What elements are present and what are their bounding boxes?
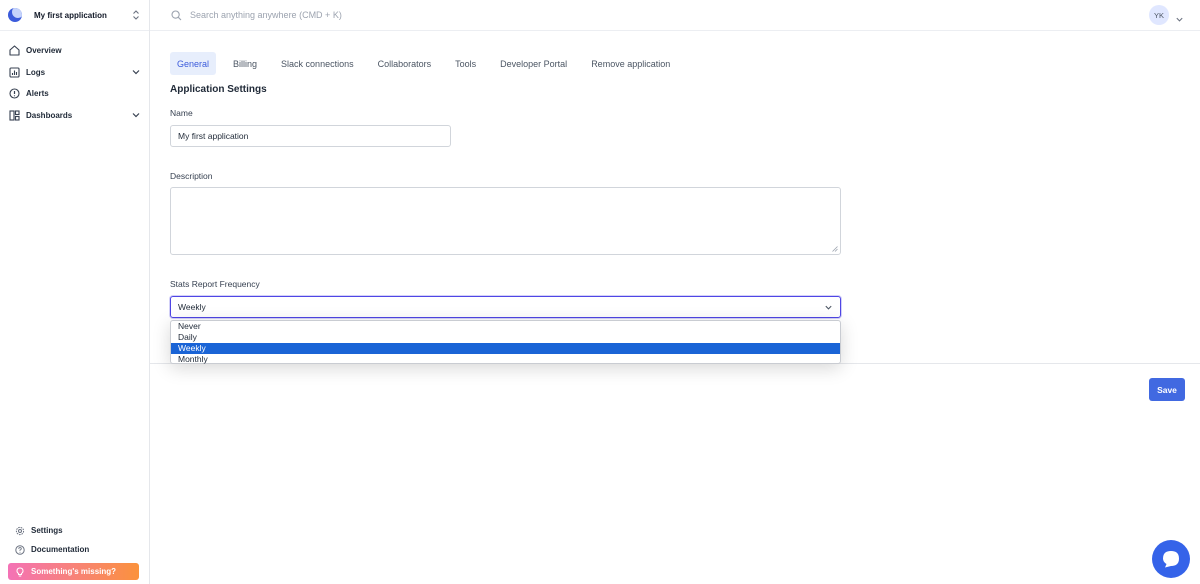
frequency-label: Stats Report Frequency — [170, 279, 260, 289]
chat-bubble-icon — [1163, 551, 1179, 568]
search-icon — [171, 9, 183, 21]
frequency-select[interactable]: Weekly — [170, 296, 841, 318]
name-field[interactable] — [170, 125, 451, 147]
chevron-down-icon — [1175, 11, 1184, 22]
sidebar-item-label: Overview — [26, 46, 62, 56]
app-name: My first application — [34, 10, 107, 20]
chevron-down-icon — [131, 67, 141, 77]
home-icon — [8, 45, 20, 57]
user-menu[interactable]: YK — [1149, 5, 1184, 25]
frequency-selected-value: Weekly — [178, 302, 206, 312]
sidebar-item-label: Alerts — [26, 89, 49, 99]
option-monthly[interactable]: Monthly — [171, 354, 840, 365]
tab-collaborators[interactable]: Collaborators — [371, 52, 439, 75]
name-label: Name — [170, 108, 193, 118]
search-input[interactable] — [190, 10, 690, 20]
frequency-dropdown: Never Daily Weekly Monthly — [170, 320, 841, 364]
settings-link[interactable]: Settings — [8, 521, 139, 540]
sidebar-item-label: Dashboards — [26, 110, 73, 120]
resize-handle-icon[interactable] — [832, 246, 838, 252]
question-icon — [14, 544, 25, 555]
tab-developer-portal[interactable]: Developer Portal — [493, 52, 574, 75]
page-title: Application Settings — [170, 84, 267, 95]
tab-tools[interactable]: Tools — [448, 52, 483, 75]
sidebar-item-overview[interactable]: Overview — [0, 40, 149, 62]
documentation-link[interactable]: Documentation — [8, 540, 139, 559]
chevron-down-icon — [824, 303, 833, 312]
tab-remove-application[interactable]: Remove application — [584, 52, 677, 75]
tab-billing[interactable]: Billing — [226, 52, 264, 75]
settings-tabs: General Billing Slack connections Collab… — [170, 52, 687, 75]
option-never[interactable]: Never — [171, 321, 840, 332]
sidebar-item-logs[interactable]: Logs — [0, 62, 149, 84]
avatar: YK — [1149, 5, 1169, 25]
description-field[interactable] — [170, 187, 841, 255]
feedback-button[interactable]: Something's missing? — [8, 563, 139, 580]
settings-label: Settings — [31, 526, 63, 535]
lightbulb-icon — [14, 566, 25, 577]
option-daily[interactable]: Daily — [171, 332, 840, 343]
tab-general[interactable]: General — [170, 52, 217, 75]
sidebar-item-alerts[interactable]: Alerts — [0, 83, 149, 105]
dashboard-icon — [8, 109, 20, 121]
chart-icon — [8, 66, 20, 78]
sidebar-item-dashboards[interactable]: Dashboards — [0, 105, 149, 127]
feedback-label: Something's missing? — [31, 567, 117, 576]
chevron-down-icon — [131, 110, 141, 120]
main-content: General Billing Slack connections Collab… — [150, 32, 1200, 584]
sidebar-nav: Overview Logs Alerts Dashboards — [0, 31, 149, 126]
app-switcher[interactable]: My first application — [0, 0, 149, 31]
description-label: Description — [170, 171, 213, 181]
chat-widget-button[interactable] — [1152, 540, 1190, 578]
gear-icon — [14, 525, 25, 536]
documentation-label: Documentation — [31, 545, 90, 554]
option-weekly[interactable]: Weekly — [171, 343, 840, 354]
sidebar-item-label: Logs — [26, 67, 46, 77]
sidebar: My first application Overview Logs Alert… — [0, 0, 150, 584]
sidebar-footer: Settings Documentation Something's missi… — [8, 521, 139, 580]
alert-icon — [8, 88, 20, 100]
topbar: YK — [150, 0, 1200, 31]
app-logo-icon — [8, 8, 22, 22]
tab-slack-connections[interactable]: Slack connections — [274, 52, 361, 75]
save-button[interactable]: Save — [1149, 378, 1185, 401]
chevron-up-down-icon — [131, 8, 141, 22]
